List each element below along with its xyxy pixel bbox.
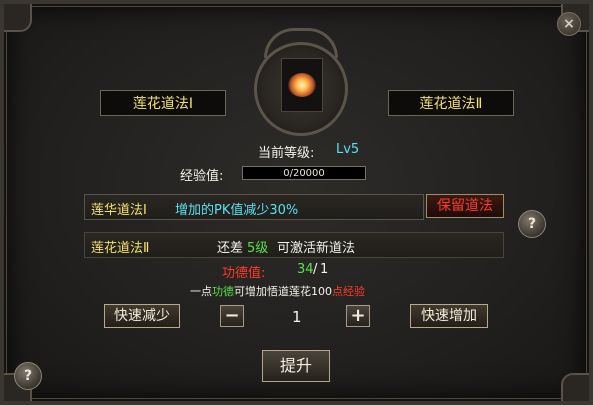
skill1-effect: 增加的PK值减少30% [175, 203, 299, 218]
hint-exp-word: 点经验 [332, 285, 365, 298]
keep-dao-button[interactable]: 保留道法 [426, 194, 504, 218]
lotus-flower-icon [288, 73, 316, 97]
tab-lotus-dao-1[interactable]: 莲花道法Ⅰ [100, 90, 226, 116]
merit-need: 1 [320, 262, 329, 277]
upgrade-button[interactable]: 提升 [262, 350, 330, 382]
level-value: Lv5 [336, 142, 360, 157]
lotus-skill-icon-frame[interactable] [281, 58, 323, 112]
skill2-need-suffix: 可激活新道法 [277, 241, 356, 256]
skill1-name: 莲华道法Ⅰ [91, 203, 147, 218]
quantity-value: 1 [292, 308, 302, 326]
fast-decrease-button[interactable]: 快速减少 [104, 304, 180, 328]
merit-current: 34 [297, 262, 314, 277]
hint-exp-amount: 100 [311, 285, 332, 298]
skill1-row: 莲华道法Ⅰ 增加的PK值减少30% [84, 194, 424, 220]
fast-increase-button[interactable]: 快速增加 [410, 304, 488, 328]
level-label: 当前等级: [258, 146, 315, 161]
exp-label: 经验值: [180, 169, 224, 184]
frame-corner [4, 4, 32, 32]
hint-merit-word: 功德 [212, 285, 234, 298]
hint-part: 一点 [190, 285, 212, 298]
minus-button[interactable]: − [220, 305, 244, 327]
skill2-need-value: 5级 [247, 241, 269, 256]
skill-emblem [254, 28, 348, 142]
tab-lotus-dao-2[interactable]: 莲花道法Ⅱ [388, 90, 514, 116]
exp-bar: 0/20000 [242, 166, 366, 180]
merit-label: 功德值: [222, 266, 266, 281]
skill2-need-prefix: 还差 [217, 241, 244, 256]
help-icon[interactable]: ? [14, 362, 42, 390]
close-icon[interactable]: × [557, 12, 581, 36]
merit-separator: / [313, 262, 318, 277]
exp-value: 0/20000 [283, 168, 325, 179]
plus-button[interactable]: + [346, 305, 370, 327]
skill2-name: 莲花道法Ⅱ [91, 241, 150, 256]
lotus-dao-panel: × 莲花道法Ⅰ 莲花道法Ⅱ 当前等级: Lv5 经验值: 0/20000 莲华道… [0, 0, 593, 405]
merit-hint: 一点功德可增加悟道莲花100点经验 [190, 283, 365, 299]
skill2-row: 莲花道法Ⅱ 还差 5级 可激活新道法 [84, 232, 504, 258]
frame-corner [561, 373, 589, 401]
help-icon[interactable]: ? [518, 210, 546, 238]
hint-part: 可增加悟道莲花 [234, 285, 311, 298]
